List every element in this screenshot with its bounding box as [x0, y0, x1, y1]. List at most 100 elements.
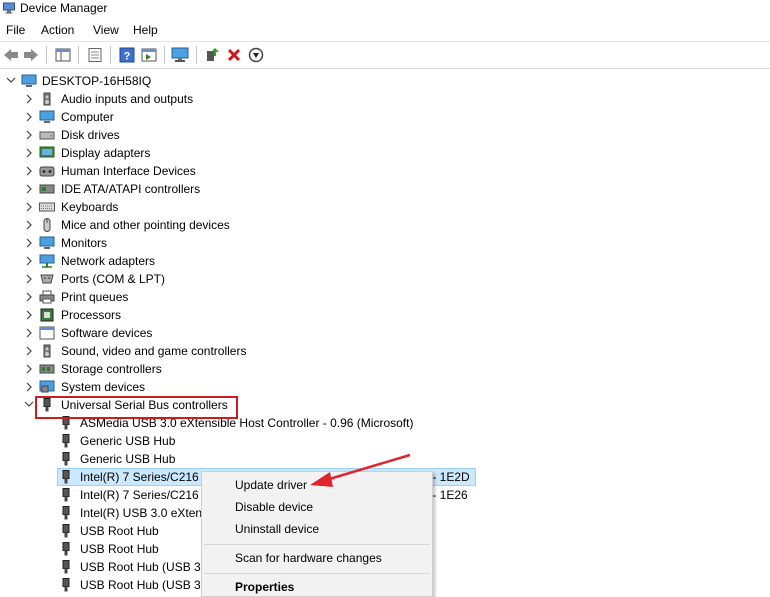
chevron-down-icon[interactable]: [6, 72, 16, 90]
tree-category[interactable]: Network adapters: [0, 252, 770, 270]
category-label: Ports (COM & LPT): [61, 272, 166, 286]
system-device-icon: [39, 380, 55, 393]
uninstall-x-icon[interactable]: [225, 46, 243, 64]
monitor-icon: [39, 236, 55, 249]
chevron-right-icon[interactable]: [24, 306, 34, 324]
tree-root[interactable]: DESKTOP-16H58IQ: [0, 72, 770, 90]
menu-file[interactable]: File: [6, 23, 25, 37]
printer-icon: [39, 290, 55, 304]
menu-help[interactable]: Help: [133, 23, 158, 37]
category-label: Sound, video and game controllers: [61, 344, 247, 358]
device-label: Generic USB Hub: [80, 434, 176, 448]
chevron-right-icon[interactable]: [24, 180, 34, 198]
help-icon[interactable]: ?: [118, 46, 136, 64]
chevron-right-icon[interactable]: [24, 378, 34, 396]
chevron-down-icon[interactable]: [24, 396, 34, 414]
category-label: Processors: [61, 308, 122, 322]
chevron-right-icon[interactable]: [24, 216, 34, 234]
tree-category[interactable]: Disk drives: [0, 126, 770, 144]
tree-category[interactable]: Processors: [0, 306, 770, 324]
chevron-right-icon[interactable]: [24, 126, 34, 144]
update-driver-icon[interactable]: [203, 46, 221, 64]
tree-category[interactable]: Software devices: [0, 324, 770, 342]
chevron-right-icon[interactable]: [24, 252, 34, 270]
back-arrow-icon[interactable]: [2, 46, 20, 64]
usb-plug-icon: [62, 578, 70, 592]
usb-plug-icon: [62, 488, 70, 502]
chevron-right-icon[interactable]: [24, 198, 34, 216]
tree-category[interactable]: Computer: [0, 108, 770, 126]
tree-category[interactable]: Sound, video and game controllers: [0, 342, 770, 360]
disable-device-menu-item[interactable]: Disable device: [235, 500, 313, 514]
mouse-icon: [43, 218, 51, 232]
action-pane-icon[interactable]: [140, 46, 158, 64]
hid-icon: [39, 166, 55, 177]
tree-category[interactable]: Keyboards: [0, 198, 770, 216]
keyboard-icon: [39, 202, 55, 212]
chevron-right-icon[interactable]: [24, 162, 34, 180]
processor-icon: [40, 308, 54, 322]
device-manager-app-icon: [3, 2, 15, 14]
usb-device-row[interactable]: Generic USB Hub: [0, 432, 770, 450]
download-circle-icon[interactable]: [247, 46, 265, 64]
device-label: Intel(R) 7 Series/C216 C: [80, 488, 211, 502]
speaker-icon: [43, 344, 51, 358]
tree-category[interactable]: System devices: [0, 378, 770, 396]
menu-view[interactable]: View: [93, 23, 119, 37]
svg-text:?: ?: [124, 51, 131, 63]
tree-category[interactable]: IDE ATA/ATAPI controllers: [0, 180, 770, 198]
network-adapter-icon: [39, 254, 55, 268]
device-label: Intel(R) 7 Series/C216 C: [80, 470, 211, 484]
disk-drive-icon: [39, 131, 55, 140]
category-label: Computer: [61, 110, 114, 124]
category-label: IDE ATA/ATAPI controllers: [61, 182, 201, 196]
menu-action[interactable]: Action: [41, 23, 74, 37]
device-label: USB Root Hub (USB 3.0: [80, 578, 211, 592]
menu-separator: [204, 544, 430, 545]
chevron-right-icon[interactable]: [24, 360, 34, 378]
menu-bar: File Action View Help: [0, 19, 770, 41]
tree-category[interactable]: Storage controllers: [0, 360, 770, 378]
properties-menu-item[interactable]: Properties: [235, 580, 294, 594]
scan-hardware-menu-item[interactable]: Scan for hardware changes: [235, 551, 382, 565]
usb-device-row[interactable]: Generic USB Hub: [0, 450, 770, 468]
category-label: Disk drives: [61, 128, 120, 142]
chevron-right-icon[interactable]: [24, 90, 34, 108]
chevron-right-icon[interactable]: [24, 144, 34, 162]
chevron-right-icon[interactable]: [24, 270, 34, 288]
tree-category[interactable]: Human Interface Devices: [0, 162, 770, 180]
tree-category[interactable]: Mice and other pointing devices: [0, 216, 770, 234]
category-label: Software devices: [61, 326, 153, 340]
tree-category[interactable]: Monitors: [0, 234, 770, 252]
category-label: Human Interface Devices: [61, 164, 196, 178]
device-label: Intel(R) USB 3.0 eXtensi: [80, 506, 211, 520]
tree-category[interactable]: Print queues: [0, 288, 770, 306]
port-icon: [40, 274, 54, 284]
display-adapter-icon: [39, 146, 55, 158]
device-label: USB Root Hub (USB 3.0: [80, 560, 211, 574]
forward-arrow-icon[interactable]: [22, 46, 40, 64]
tree-category[interactable]: Display adapters: [0, 144, 770, 162]
highlight-box: [35, 396, 238, 419]
category-label: System devices: [61, 380, 146, 394]
chevron-right-icon[interactable]: [24, 342, 34, 360]
speaker-icon: [43, 92, 51, 106]
chevron-right-icon[interactable]: [24, 288, 34, 306]
chevron-right-icon[interactable]: [24, 108, 34, 126]
category-label: Audio inputs and outputs: [61, 92, 194, 106]
chevron-right-icon[interactable]: [24, 234, 34, 252]
toolbar: ?: [0, 41, 770, 69]
properties-icon[interactable]: [86, 46, 104, 64]
show-hide-console-tree-icon[interactable]: [54, 46, 72, 64]
monitor-icon[interactable]: [171, 46, 189, 64]
chevron-right-icon[interactable]: [24, 324, 34, 342]
ide-controller-icon: [39, 184, 55, 194]
usb-plug-icon: [62, 560, 70, 574]
storage-controller-icon: [39, 364, 55, 374]
tree-category[interactable]: Ports (COM & LPT): [0, 270, 770, 288]
update-driver-menu-item[interactable]: Update driver: [235, 478, 307, 492]
tree-category[interactable]: Audio inputs and outputs: [0, 90, 770, 108]
usb-plug-icon: [62, 542, 70, 556]
device-label: USB Root Hub: [80, 542, 159, 556]
uninstall-device-menu-item[interactable]: Uninstall device: [235, 522, 319, 536]
